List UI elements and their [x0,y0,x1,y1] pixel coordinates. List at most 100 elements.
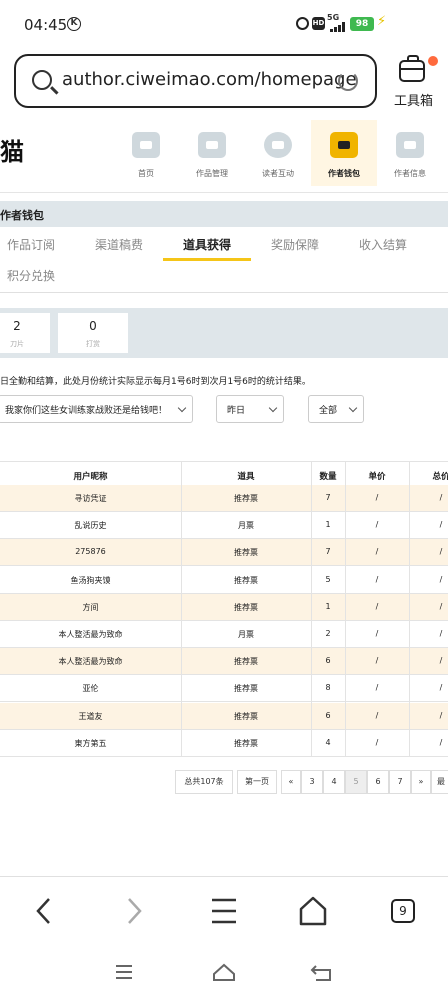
column-header: 单价 [368,472,386,482]
notification-dot [428,56,438,66]
chevron-down-icon [268,403,278,413]
table-header: 用户昵称 道具 数量 单价 总价 [0,461,448,488]
home-button[interactable] [293,893,333,929]
items-table: 用户昵称 道具 数量 单价 总价 寻访凭证 推荐票 7// 乱说历史 月票 1//2758… [0,461,448,757]
book-icon [198,132,226,158]
total-count: 总共107条 [175,770,233,794]
tab-count-icon: 9 [391,899,415,923]
table-cell: 推荐票 [234,711,258,721]
page-button[interactable]: 4 [323,770,345,794]
url-text[interactable]: author.ciweimao.com/homepage [62,69,357,90]
table-cell: 推荐票 [234,602,258,612]
table-cell: 推荐票 [234,548,258,558]
table-cell: / [375,547,379,557]
search-icon [32,70,52,90]
tab-settlement[interactable]: 收入结算 [359,236,407,253]
forward-button[interactable] [114,893,154,929]
prev-page-button[interactable]: « [281,770,301,794]
tab-points-exchange[interactable]: 积分兑换 [7,267,55,284]
statistics-notice: 日全勤和结算，此处月份统计实际显示每月1号6时到次月1号6时的统计结果。 [0,377,311,387]
site-logo[interactable]: 猫 [0,132,24,167]
table-cell: 月票 [238,630,254,639]
nav-item-profile[interactable]: 作者信息 [377,120,443,186]
page-button[interactable]: 6 [367,770,389,794]
k-notification-icon: K [67,17,81,31]
table-cell: / [375,737,379,747]
house-icon [132,132,160,158]
page-button[interactable]: 3 [301,770,323,794]
column-header: 道具 [237,472,255,482]
back-button[interactable] [24,893,64,929]
stat-value: 0 [89,319,97,333]
tab-items-received[interactable]: 道具获得 [183,236,231,253]
nav-item-wallet[interactable]: 作者钱包 [311,120,377,186]
select-value: 我家你们这些女训练家战败还是给钱吧！ [5,406,168,416]
menu-button[interactable] [204,893,244,929]
recents-icon[interactable] [108,960,140,984]
table-cell: 推荐票 [234,657,258,667]
nav-label: 作品管理 [196,169,228,178]
table-cell: 6 [325,710,331,720]
date-select[interactable]: 昨日 [216,395,284,423]
table-cell: / [439,601,443,611]
table-row: 鱼汤狗夹馍 推荐票 5 / / [0,567,448,594]
table-row: 東方第五 推荐票 4 / / [0,730,448,757]
signal-icon [330,22,348,32]
divider [0,292,448,293]
table-cell: 1 [325,520,331,530]
table-cell: / [439,683,443,693]
network-type: 5G [327,13,340,22]
tab-channel-fees[interactable]: 渠道稿费 [95,236,143,253]
table-cell: / [439,710,443,720]
reload-icon[interactable] [338,71,358,91]
nav-item-works[interactable]: 作品管理 [179,120,245,186]
id-card-icon [396,132,424,158]
table-cell: 275876 [75,547,106,557]
table-cell: 4 [325,737,331,747]
table-cell: 乱说历史 [74,521,107,531]
address-bar[interactable]: author.ciweimao.com/homepage [14,54,377,108]
table-cell: 推荐票 [234,738,258,748]
table-row: 王道友 推荐票 6 / / [0,702,448,730]
table-cell: 東方第五 [74,738,107,748]
table-cell: 本人整活最为致命 [58,657,123,667]
alarm-icon [296,17,309,30]
battery-icon: 98 [350,17,374,31]
table-cell: 方间 [82,602,99,612]
toolbox-button[interactable]: 工具箱 [388,54,440,110]
book-select[interactable]: 我家你们这些女训练家战败还是给钱吧！ [0,395,193,423]
column-header: 总价 [432,472,448,482]
table-cell: 5 [325,574,331,584]
nav-item-readers[interactable]: 读者互动 [245,120,311,186]
type-select[interactable]: 全部 [308,395,364,423]
nav-item-home[interactable]: 首页 [113,120,179,186]
page-button[interactable]: 7 [389,770,411,794]
table-cell: / [439,574,443,584]
select-value: 昨日 [227,406,246,416]
select-value: 全部 [319,406,338,416]
divider [0,192,448,193]
stats-strip: 2 刀片 0 打赏 [0,308,448,358]
wallet-icon [330,132,358,158]
tab-subscriptions[interactable]: 作品订阅 [7,236,55,253]
table-cell: / [375,683,379,693]
table-cell: 6 [325,656,331,666]
system-navigation [0,952,448,992]
table-cell: 鱼汤狗夹馍 [70,575,111,585]
hd-icon: HD [312,17,325,30]
system-home-icon[interactable] [208,960,240,984]
first-page-button[interactable]: 第一页 [237,770,277,794]
table-row: 方间 推荐票 1 / / [0,593,448,621]
nav-label: 作者信息 [394,169,426,178]
next-page-button[interactable]: » [411,770,431,794]
last-page-button[interactable]: 最 [431,770,448,794]
active-tab-indicator [163,258,251,261]
table-cell: / [375,574,379,584]
table-cell: 推荐票 [234,575,258,585]
table-cell: 寻访凭证 [74,494,107,503]
tabs-button[interactable]: 9 [383,893,423,929]
table-cell: / [439,547,443,557]
tab-rewards[interactable]: 奖励保障 [271,236,319,253]
current-page[interactable]: 5 [345,770,367,794]
system-back-icon[interactable] [306,960,338,984]
